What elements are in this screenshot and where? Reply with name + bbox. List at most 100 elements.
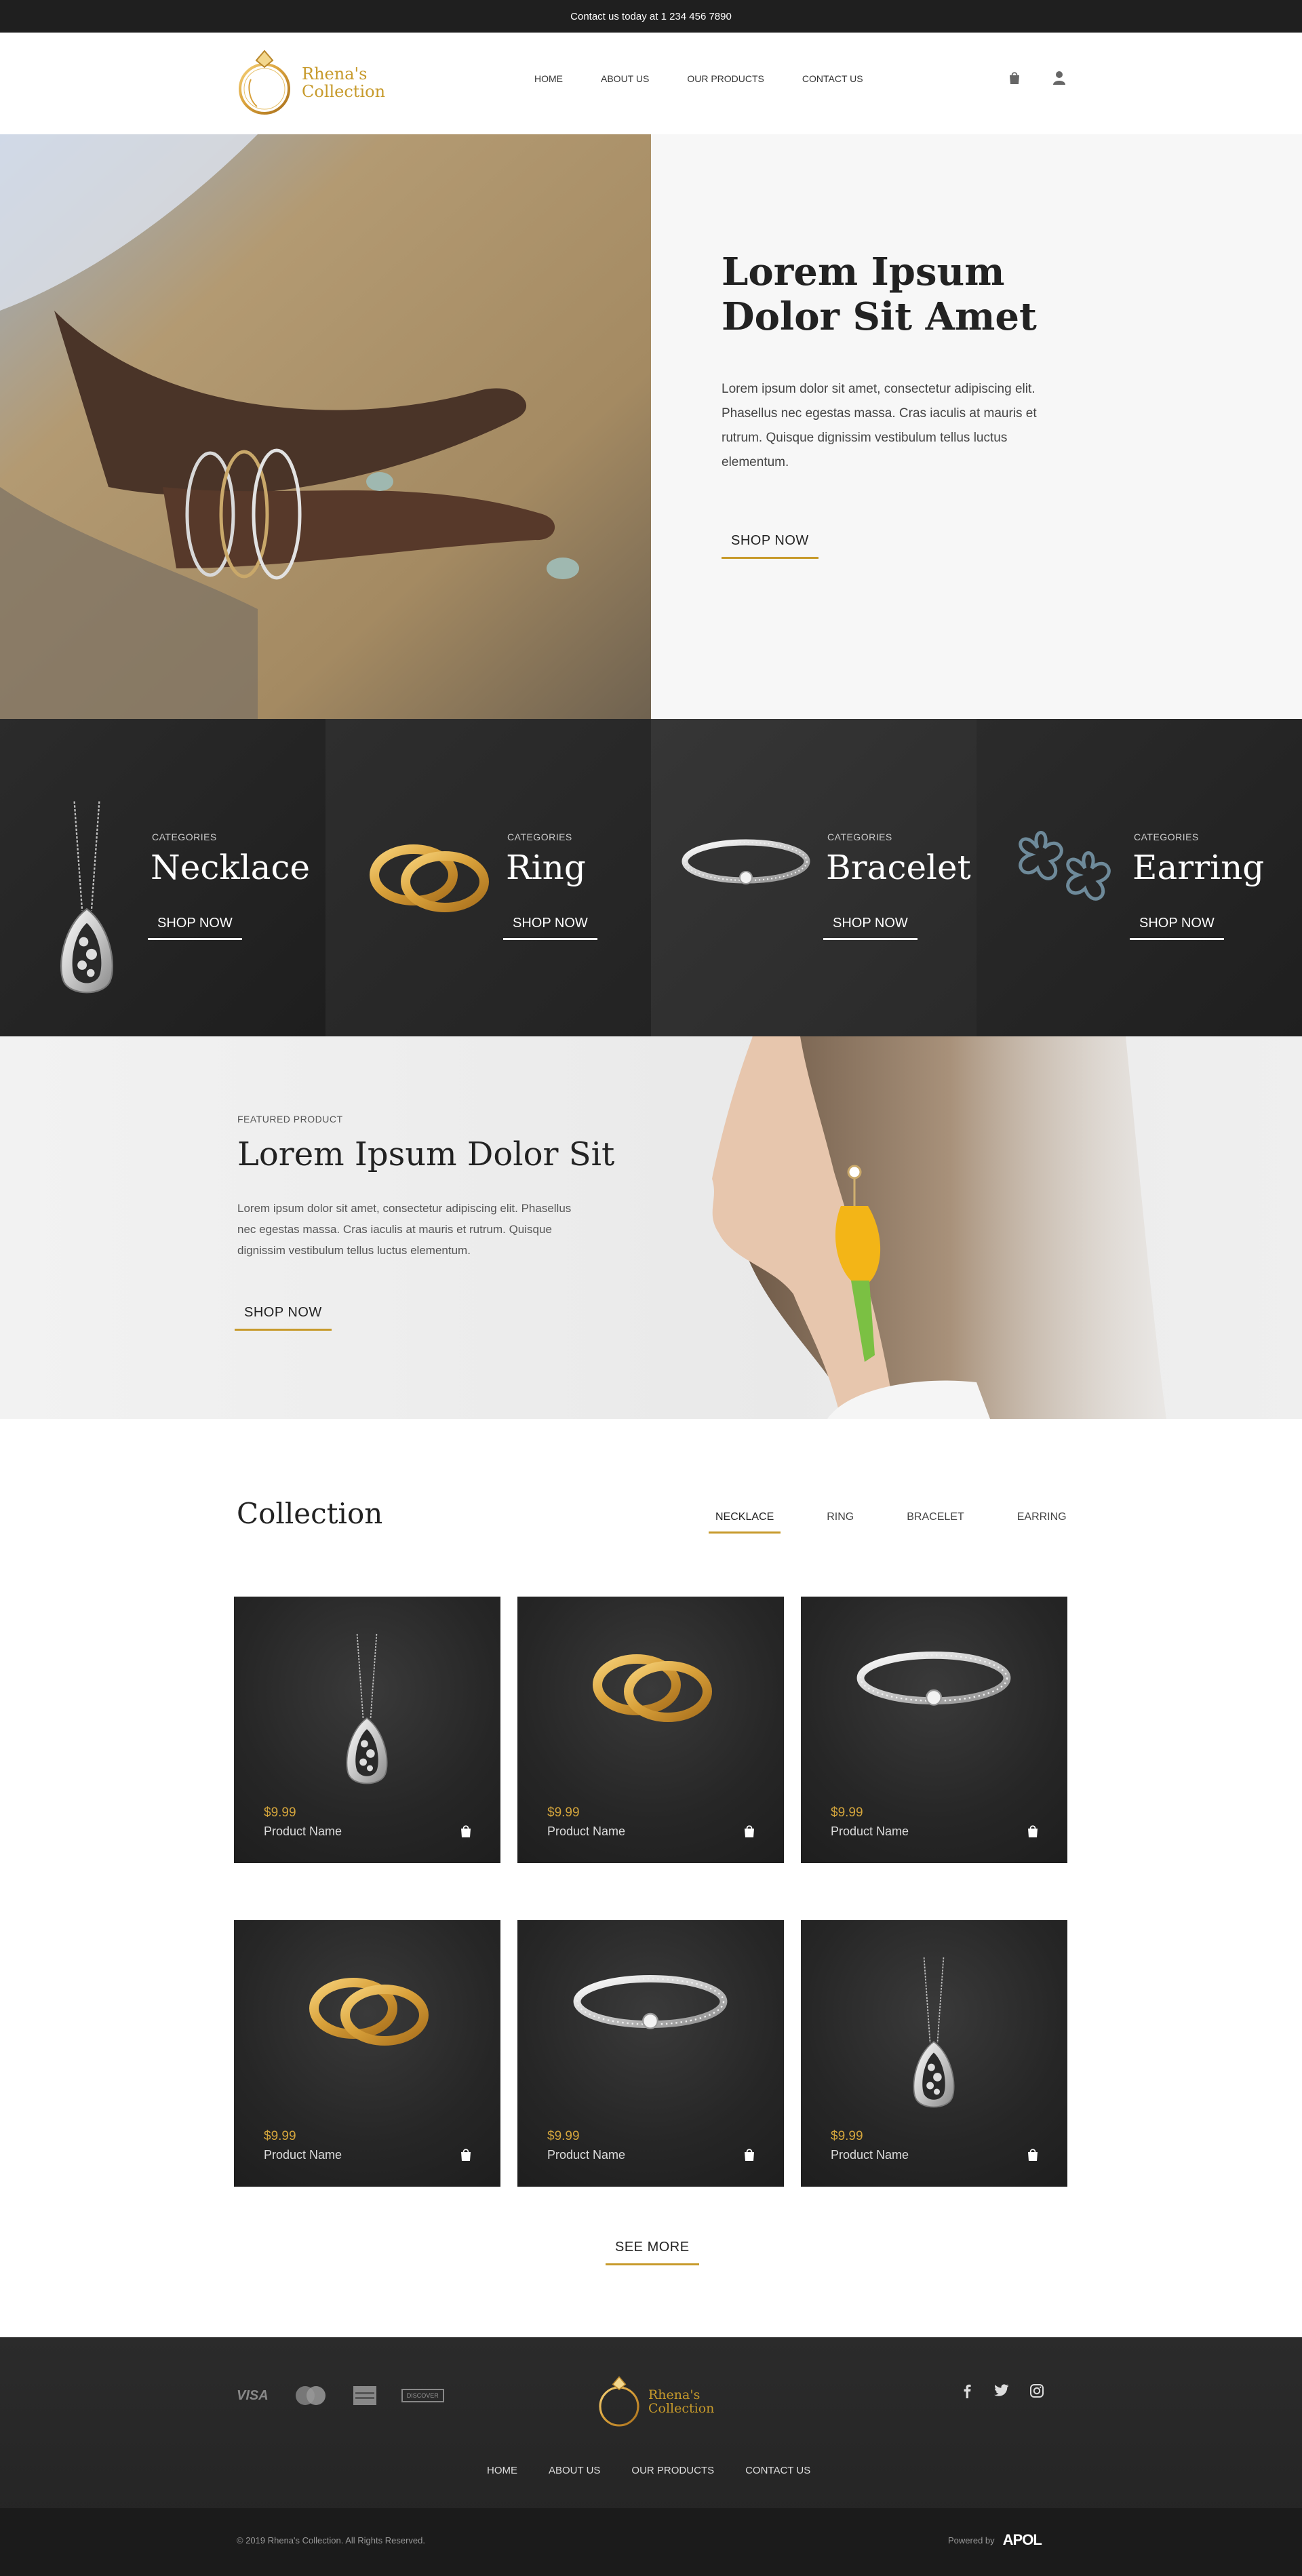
- product-price: $9.99: [264, 1806, 296, 1820]
- product-price: $9.99: [547, 1806, 580, 1820]
- tab-bracelet[interactable]: BRACELET: [900, 1511, 970, 1534]
- hero-image: [0, 134, 651, 719]
- nav-products[interactable]: OUR PRODUCTS: [687, 73, 764, 84]
- category-name: Necklace: [151, 848, 311, 887]
- hero-bracelet-hands-image: [0, 134, 651, 719]
- category-bracelet[interactable]: CATEGORIES Bracelet SHOP NOW: [651, 719, 976, 1036]
- footer-nav: HOME ABOUT US OUR PRODUCTS CONTACT US: [487, 2465, 810, 2476]
- category-label: CATEGORIES: [1134, 832, 1199, 842]
- product-name: Product Name: [831, 2148, 909, 2162]
- amex-icon: [353, 2386, 376, 2405]
- apol-logo[interactable]: APOL: [1003, 2531, 1042, 2549]
- add-to-cart-bag-icon[interactable]: [743, 2147, 755, 2162]
- tab-ring[interactable]: RING: [820, 1511, 861, 1534]
- see-more-button[interactable]: SEE MORE: [606, 2240, 699, 2265]
- product-price: $9.99: [831, 2129, 863, 2143]
- nav-contact[interactable]: CONTACT US: [802, 73, 863, 84]
- category-name: Earring: [1132, 848, 1265, 887]
- tab-earring[interactable]: EARRING: [1010, 1511, 1073, 1534]
- payment-methods: VISA DISCOVER: [237, 2385, 444, 2406]
- nav-home[interactable]: HOME: [534, 73, 563, 84]
- category-shop-now-button[interactable]: SHOP NOW: [1130, 916, 1224, 940]
- ring-logo-icon: [599, 2376, 639, 2427]
- category-earring[interactable]: CATEGORIES Earring SHOP NOW: [976, 719, 1302, 1036]
- header-icons: [1008, 71, 1066, 85]
- site-header: Rhena's Collection HOME ABOUT US OUR PRO…: [0, 33, 1302, 134]
- visa-icon: VISA: [237, 2387, 269, 2403]
- add-to-cart-bag-icon[interactable]: [1027, 2147, 1039, 2162]
- main-nav: HOME ABOUT US OUR PRODUCTS CONTACT US: [534, 73, 863, 84]
- product-price: $9.99: [547, 2129, 580, 2143]
- product-card[interactable]: $9.99 Product Name: [801, 1920, 1067, 2187]
- necklace-image: [60, 800, 113, 994]
- product-name: Product Name: [264, 2148, 342, 2162]
- footer-nav-home[interactable]: HOME: [487, 2465, 517, 2476]
- category-label: CATEGORIES: [152, 832, 217, 842]
- product-card[interactable]: $9.99 Product Name: [801, 1597, 1067, 1863]
- add-to-cart-bag-icon[interactable]: [460, 2147, 472, 2162]
- category-name: Bracelet: [826, 848, 971, 887]
- contact-text: Contact us today at 1 234 456 7890: [570, 10, 732, 22]
- discover-label: DISCOVER: [406, 2392, 439, 2399]
- category-shop-now-button[interactable]: SHOP NOW: [148, 916, 242, 940]
- collection-title: Collection: [237, 1497, 383, 1530]
- ring-image: [234, 1920, 500, 2124]
- category-ring[interactable]: CATEGORIES Ring SHOP NOW: [326, 719, 651, 1036]
- product-card[interactable]: $9.99 Product Name: [234, 1597, 500, 1863]
- featured-shop-now-button[interactable]: SHOP NOW: [235, 1305, 332, 1331]
- brand-line-1: Rhena's: [648, 2387, 701, 2402]
- footer-nav-products[interactable]: OUR PRODUCTS: [631, 2465, 714, 2476]
- featured-description: Lorem ipsum dolor sit amet, consectetur …: [237, 1202, 572, 1257]
- site-footer: VISA DISCOVER Rhena's Collection HOME AB…: [0, 2337, 1302, 2576]
- brand-logo[interactable]: Rhena's Collection: [234, 45, 397, 121]
- hero-shop-now-button[interactable]: SHOP NOW: [722, 533, 818, 559]
- bracelet-image: [671, 821, 821, 902]
- bracelet-image: [801, 1597, 1067, 1800]
- nav-about[interactable]: ABOUT US: [601, 73, 649, 84]
- hero-title: Lorem Ipsum Dolor Sit Amet: [722, 250, 1037, 339]
- brand-line-2: Collection: [302, 82, 386, 101]
- footer-bottom-bar: © 2019 Rhena's Collection. All Rights Re…: [0, 2508, 1302, 2576]
- add-to-cart-bag-icon[interactable]: [460, 1824, 472, 1839]
- product-name: Product Name: [547, 1824, 626, 1838]
- footer-brand-name: Rhena's Collection: [648, 2388, 714, 2415]
- category-shop-now-button[interactable]: SHOP NOW: [503, 916, 597, 940]
- categories-strip: CATEGORIES Necklace SHOP NOW CATEGORIES …: [0, 719, 1302, 1036]
- user-icon[interactable]: [1052, 71, 1066, 85]
- ring-image: [353, 834, 502, 943]
- hero-description: Lorem ipsum dolor sit amet, consectetur …: [722, 382, 1037, 469]
- footer-brand-logo[interactable]: Rhena's Collection: [595, 2373, 714, 2431]
- brand-line-2: Collection: [648, 2401, 715, 2416]
- ring-logo-icon: [239, 50, 290, 115]
- hero-content: Lorem Ipsum Dolor Sit Amet Lorem ipsum d…: [651, 134, 1302, 719]
- category-necklace[interactable]: CATEGORIES Necklace SHOP NOW: [0, 719, 326, 1036]
- necklace-image: [913, 1957, 955, 2108]
- featured-label: FEATURED PRODUCT: [237, 1114, 343, 1125]
- bracelet-image: [517, 1920, 784, 2124]
- instagram-icon[interactable]: [1029, 2383, 1044, 2398]
- facebook-icon[interactable]: [960, 2383, 974, 2398]
- category-shop-now-button[interactable]: SHOP NOW: [823, 916, 918, 940]
- shopping-bag-icon[interactable]: [1008, 71, 1021, 85]
- featured-product-section: FEATURED PRODUCT Lorem Ipsum Dolor Sit L…: [0, 1036, 1302, 1419]
- footer-nav-about[interactable]: ABOUT US: [549, 2465, 600, 2476]
- category-label: CATEGORIES: [507, 832, 572, 842]
- product-card[interactable]: $9.99 Product Name: [517, 1920, 784, 2187]
- brand-line-1: Rhena's: [302, 64, 368, 83]
- product-name: Product Name: [547, 2148, 626, 2162]
- category-name: Ring: [506, 848, 586, 887]
- tab-necklace[interactable]: NECKLACE: [709, 1511, 781, 1534]
- social-links: [960, 2383, 1044, 2398]
- product-price: $9.99: [831, 1806, 863, 1820]
- product-name: Product Name: [831, 1824, 909, 1838]
- twitter-icon[interactable]: [994, 2383, 1009, 2397]
- add-to-cart-bag-icon[interactable]: [1027, 1824, 1039, 1839]
- product-card[interactable]: $9.99 Product Name: [517, 1597, 784, 1863]
- mastercard-icon: [295, 2386, 326, 2405]
- add-to-cart-bag-icon[interactable]: [743, 1824, 755, 1839]
- ring-image: [517, 1597, 784, 1800]
- featured-title: Lorem Ipsum Dolor Sit: [237, 1135, 615, 1173]
- powered-by-label: Powered by: [948, 2535, 995, 2545]
- footer-nav-contact[interactable]: CONTACT US: [745, 2465, 810, 2476]
- product-card[interactable]: $9.99 Product Name: [234, 1920, 500, 2187]
